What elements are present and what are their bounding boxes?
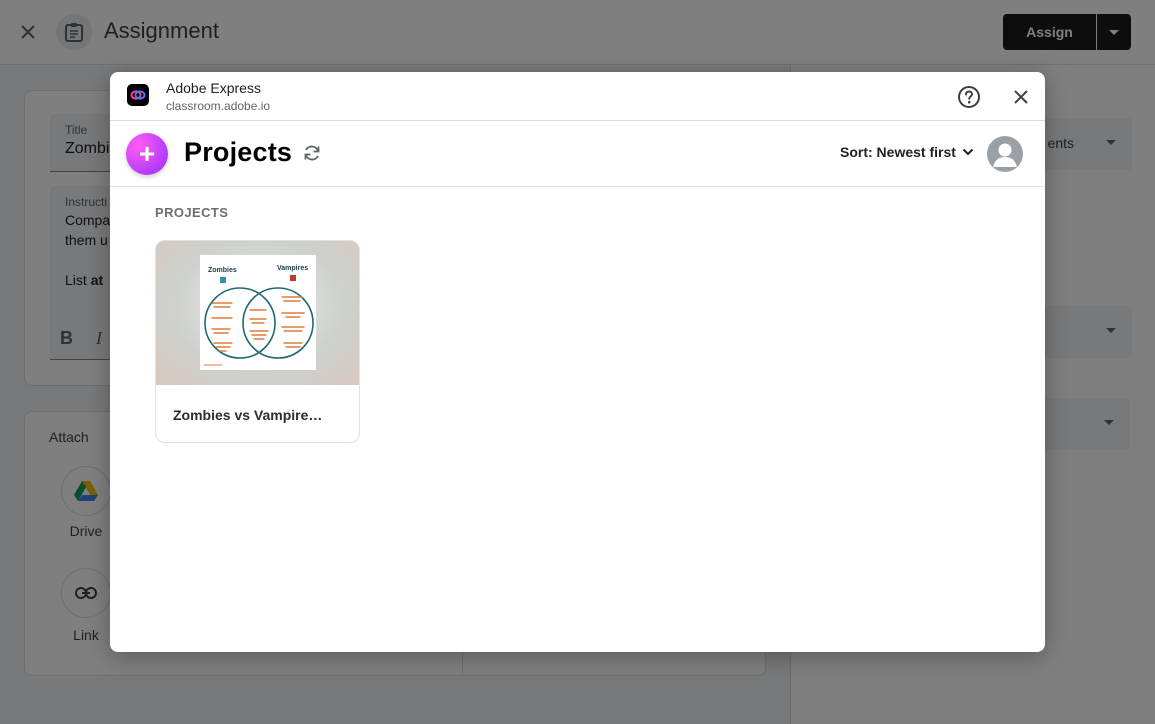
user-icon (993, 143, 1017, 167)
venn-diagram-document: Zombies Vampires (200, 255, 316, 370)
projects-section-label: PROJECTS (155, 205, 229, 220)
project-thumbnail: Zombies Vampires (156, 241, 359, 385)
close-icon[interactable] (1008, 84, 1034, 110)
app-name: Adobe Express (166, 80, 261, 96)
project-title: Zombies vs Vampire… (173, 407, 323, 423)
projects-heading: Projects (184, 137, 293, 167)
sort-dropdown[interactable]: Sort: Newest first (840, 144, 974, 160)
venn-right-heading: Vampires (277, 265, 308, 272)
dialog-header: Adobe Express classroom.adobe.io (110, 72, 1045, 121)
vampire-icon (290, 275, 296, 281)
projects-toolbar: + Projects Sort: Newest first (110, 122, 1045, 187)
plus-icon: + (138, 138, 156, 169)
create-project-button[interactable]: + (126, 133, 168, 175)
adobe-express-logo-icon (127, 84, 149, 106)
help-icon[interactable] (956, 84, 982, 110)
venn-left-heading: Zombies (208, 267, 237, 274)
refresh-icon[interactable] (302, 143, 322, 163)
avatar[interactable] (987, 136, 1023, 172)
project-card[interactable]: Zombies Vampires Zombies vs Vampire… (155, 240, 360, 443)
app-url: classroom.adobe.io (166, 99, 271, 113)
adobe-express-dialog: Adobe Express classroom.adobe.io + Proje… (110, 72, 1045, 652)
sort-label: Sort: Newest first (840, 144, 956, 160)
chevron-down-icon (962, 148, 974, 156)
zombie-icon (220, 277, 226, 283)
